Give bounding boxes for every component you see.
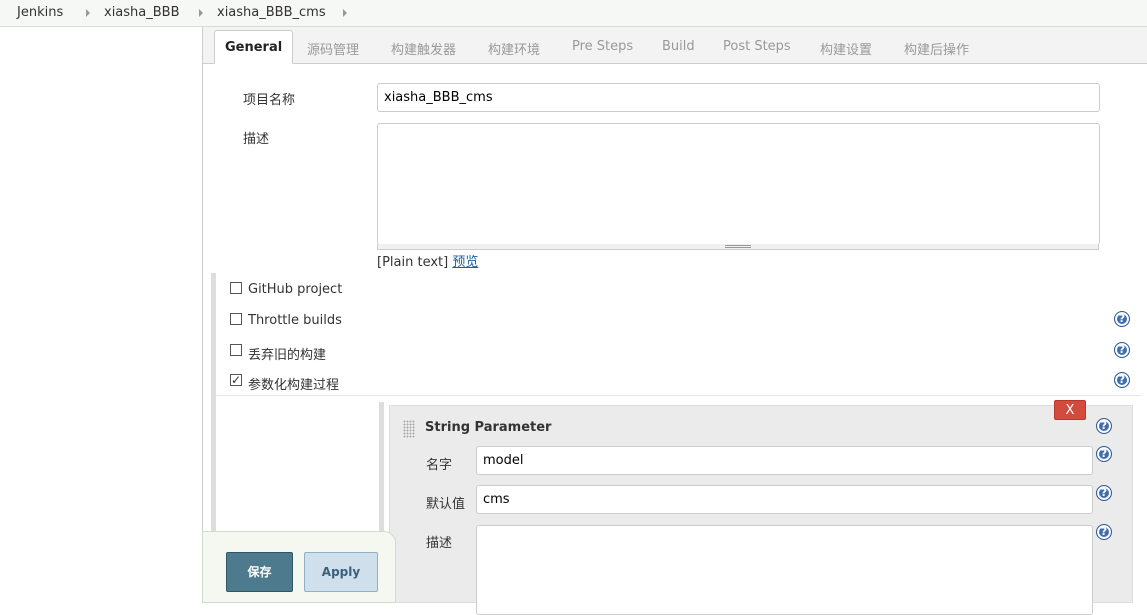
plain-text-label: [Plain text] xyxy=(377,255,449,270)
grip-icon xyxy=(725,245,751,248)
chevron-right-icon[interactable] xyxy=(199,9,203,17)
config-tabbar: General 源码管理 构建触发器 构建环境 Pre Steps Build … xyxy=(203,27,1147,64)
help-icon[interactable]: ? xyxy=(1114,372,1130,388)
tab-build-environment[interactable]: 构建环境 xyxy=(488,39,540,58)
chevron-right-icon[interactable] xyxy=(343,9,347,17)
apply-button[interactable]: Apply xyxy=(304,552,378,592)
parameter-default-input[interactable] xyxy=(476,485,1093,514)
help-icon[interactable]: ? xyxy=(1114,311,1130,327)
description-format-note: [Plain text] 预览 xyxy=(377,251,478,270)
parameter-name-label: 名字 xyxy=(426,458,453,473)
tab-pre-steps[interactable]: Pre Steps xyxy=(572,39,633,54)
string-parameter-block: String Parameter 名字 默认值 描述 xyxy=(389,405,1133,615)
side-panel xyxy=(0,27,203,603)
tab-build-triggers[interactable]: 构建触发器 xyxy=(391,39,456,58)
tab-build[interactable]: Build xyxy=(662,39,695,54)
parameters-area: String Parameter 名字 默认值 描述 xyxy=(379,402,1138,615)
project-name-input[interactable] xyxy=(377,83,1100,112)
breadcrumb-jenkins[interactable]: Jenkins xyxy=(17,5,63,20)
description-label: 描述 xyxy=(243,132,270,147)
discard-old-builds-checkbox[interactable] xyxy=(230,344,242,356)
textarea-resize-handle[interactable] xyxy=(377,244,1099,250)
chevron-right-icon[interactable] xyxy=(86,9,90,17)
breadcrumb-folder[interactable]: xiasha_BBB xyxy=(104,5,180,20)
parameter-description-label: 描述 xyxy=(426,536,453,551)
preview-link[interactable]: 预览 xyxy=(452,255,478,270)
discard-old-builds-label[interactable]: 丢弃旧的构建 xyxy=(248,344,326,363)
parameterized-build-checkbox[interactable]: ✓ xyxy=(230,374,242,386)
tab-build-settings[interactable]: 构建设置 xyxy=(820,39,872,58)
help-icon[interactable]: ? xyxy=(1096,485,1112,501)
save-button[interactable]: 保存 xyxy=(226,552,293,592)
divider xyxy=(216,395,1141,396)
help-icon[interactable]: ? xyxy=(1114,342,1130,358)
delete-parameter-button[interactable]: X xyxy=(1054,400,1086,420)
tab-post-build-actions[interactable]: 构建后操作 xyxy=(904,39,969,58)
tab-scm[interactable]: 源码管理 xyxy=(307,39,359,58)
parameter-type-title: String Parameter xyxy=(425,420,552,435)
breadcrumb-project[interactable]: xiasha_BBB_cms xyxy=(217,5,326,20)
tab-post-steps[interactable]: Post Steps xyxy=(723,39,791,54)
help-icon[interactable]: ? xyxy=(1096,524,1112,540)
github-project-label[interactable]: GitHub project xyxy=(248,282,342,297)
throttle-builds-checkbox[interactable] xyxy=(230,313,242,325)
tab-general[interactable]: General xyxy=(214,30,294,64)
config-form: General 源码管理 构建触发器 构建环境 Pre Steps Build … xyxy=(203,27,1147,615)
parameter-name-input[interactable] xyxy=(476,446,1093,475)
breadcrumb: Jenkins xiasha_BBB xiasha_BBB_cms xyxy=(0,0,1147,27)
parameter-description-textarea[interactable] xyxy=(476,525,1093,615)
description-textarea[interactable] xyxy=(377,123,1100,245)
throttle-builds-label[interactable]: Throttle builds xyxy=(248,313,342,328)
help-icon[interactable]: ? xyxy=(1096,418,1112,434)
bottom-button-bar: 保存 Apply xyxy=(202,531,396,603)
help-icon[interactable]: ? xyxy=(1096,446,1112,462)
drag-handle-icon[interactable] xyxy=(403,420,415,438)
github-project-checkbox[interactable] xyxy=(230,282,242,294)
project-name-label: 项目名称 xyxy=(243,93,296,108)
parameterized-build-label[interactable]: 参数化构建过程 xyxy=(248,374,339,393)
parameter-default-label: 默认值 xyxy=(426,497,466,512)
